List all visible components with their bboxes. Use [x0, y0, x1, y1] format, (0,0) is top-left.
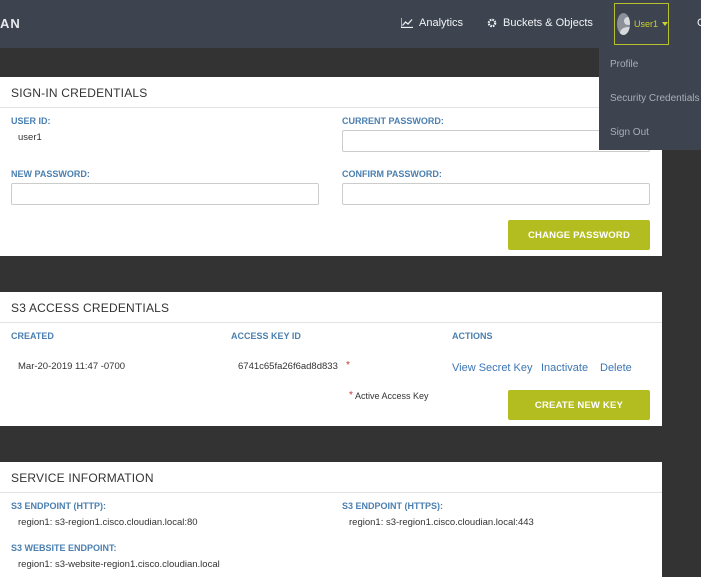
user-name: User1	[633, 19, 658, 29]
gear-icon	[487, 18, 497, 28]
s3-website-endpoint-label: S3 WEBSITE ENDPOINT:	[11, 543, 117, 553]
current-password-label: CURRENT PASSWORD:	[342, 116, 444, 126]
confirm-password-field[interactable]	[342, 183, 650, 205]
create-new-key-button[interactable]: CREATE NEW KEY	[508, 390, 650, 420]
key-created-date: Mar-20-2019 11:47 -0700	[18, 361, 126, 372]
top-navbar: AN Analytics Buckets & Objects User1 C	[0, 0, 701, 48]
nav-analytics[interactable]: Analytics	[401, 17, 463, 29]
access-key-id: 6741c65fa26f6ad8d833	[238, 361, 338, 372]
view-secret-key-link[interactable]: View Secret Key	[452, 362, 533, 374]
s3-endpoint-https-label: S3 ENDPOINT (HTTPS):	[342, 501, 444, 511]
s3-endpoint-http-value: region1: s3-region1.cisco.cloudian.local…	[18, 517, 198, 528]
user-dropdown-menu: Profile Security Credentials Sign Out	[599, 48, 701, 150]
nav-buckets-label: Buckets & Objects	[503, 17, 593, 29]
menu-item-security-credentials[interactable]: Security Credentials	[610, 93, 699, 104]
column-header-created: CREATED	[11, 331, 54, 341]
signin-credentials-panel: SIGN-IN CREDENTIALS USER ID: user1 CURRE…	[0, 77, 662, 256]
column-header-actions: ACTIONS	[452, 331, 493, 341]
chevron-down-icon	[662, 22, 668, 26]
change-password-button[interactable]: CHANGE PASSWORD	[508, 220, 650, 250]
divider	[0, 107, 662, 108]
column-header-access-key-id: ACCESS KEY ID	[231, 331, 301, 341]
active-access-key-note: Active Access Key	[355, 391, 429, 401]
s3-access-credentials-panel: S3 ACCESS CREDENTIALS CREATED ACCESS KEY…	[0, 292, 662, 426]
divider	[0, 322, 662, 323]
s3-website-endpoint-value: region1: s3-website-region1.cisco.cloudi…	[18, 559, 220, 570]
user-menu-button[interactable]: User1	[614, 3, 669, 45]
new-password-label: NEW PASSWORD:	[11, 169, 90, 179]
menu-item-profile[interactable]: Profile	[610, 59, 638, 70]
menu-item-sign-out[interactable]: Sign Out	[610, 127, 649, 138]
nav-analytics-label: Analytics	[419, 17, 464, 29]
analytics-icon	[401, 18, 413, 28]
s3-endpoint-https-value: region1: s3-region1.cisco.cloudian.local…	[349, 517, 534, 528]
panel-title: SIGN-IN CREDENTIALS	[11, 86, 148, 100]
confirm-password-label: CONFIRM PASSWORD:	[342, 169, 442, 179]
user-id-label: USER ID:	[11, 116, 51, 126]
active-key-marker: *	[346, 360, 350, 371]
nav-buckets-objects[interactable]: Buckets & Objects	[487, 17, 593, 29]
new-password-field[interactable]	[11, 183, 319, 205]
header-truncated-item[interactable]: C	[697, 17, 701, 29]
service-information-panel: SERVICE INFORMATION S3 ENDPOINT (HTTP): …	[0, 462, 662, 577]
note-marker: *	[349, 390, 353, 401]
s3-endpoint-http-label: S3 ENDPOINT (HTTP):	[11, 501, 107, 511]
inactivate-link[interactable]: Inactivate	[541, 362, 588, 374]
panel-title: S3 ACCESS CREDENTIALS	[11, 301, 170, 315]
divider	[0, 492, 662, 493]
panel-title: SERVICE INFORMATION	[11, 471, 154, 485]
user-id-value: user1	[18, 132, 42, 143]
delete-link[interactable]: Delete	[600, 362, 632, 374]
app-logo[interactable]: AN	[0, 16, 21, 31]
avatar-icon	[617, 13, 630, 35]
